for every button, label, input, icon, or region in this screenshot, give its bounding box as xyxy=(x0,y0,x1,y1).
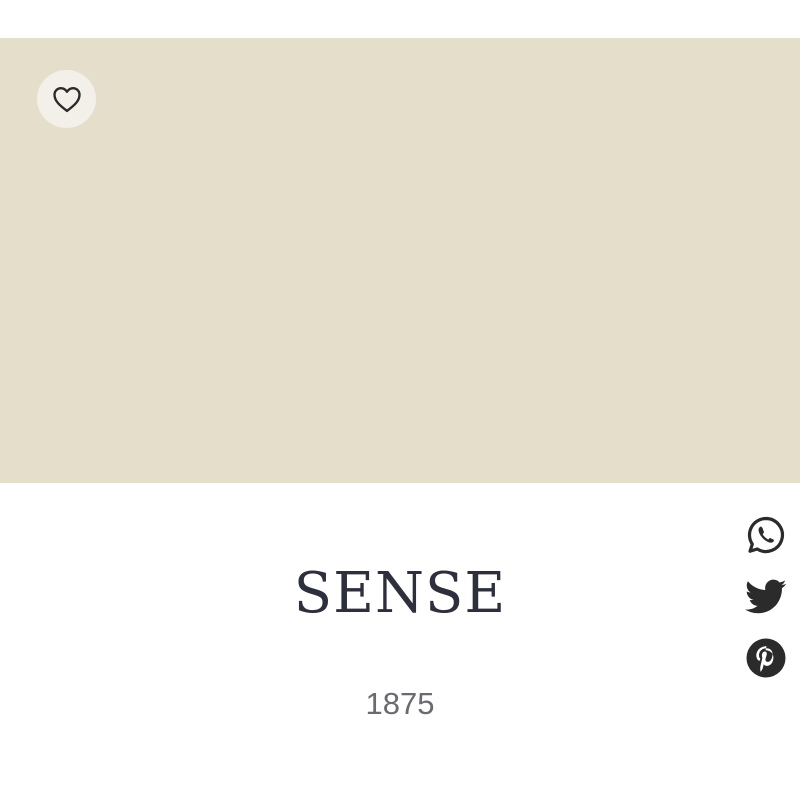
favorite-button[interactable] xyxy=(37,70,96,128)
color-code: 1875 xyxy=(365,686,435,721)
share-twitter-button[interactable] xyxy=(745,576,787,618)
color-detail-page: SENSE 1875 xyxy=(0,0,800,800)
pinterest-icon xyxy=(746,638,786,678)
twitter-icon xyxy=(745,579,787,615)
heart-icon xyxy=(52,85,82,113)
whatsapp-icon xyxy=(746,515,786,555)
color-name: SENSE xyxy=(293,561,507,626)
share-whatsapp-button[interactable] xyxy=(745,514,787,556)
color-swatch xyxy=(0,38,800,483)
share-pinterest-button[interactable] xyxy=(745,637,787,679)
